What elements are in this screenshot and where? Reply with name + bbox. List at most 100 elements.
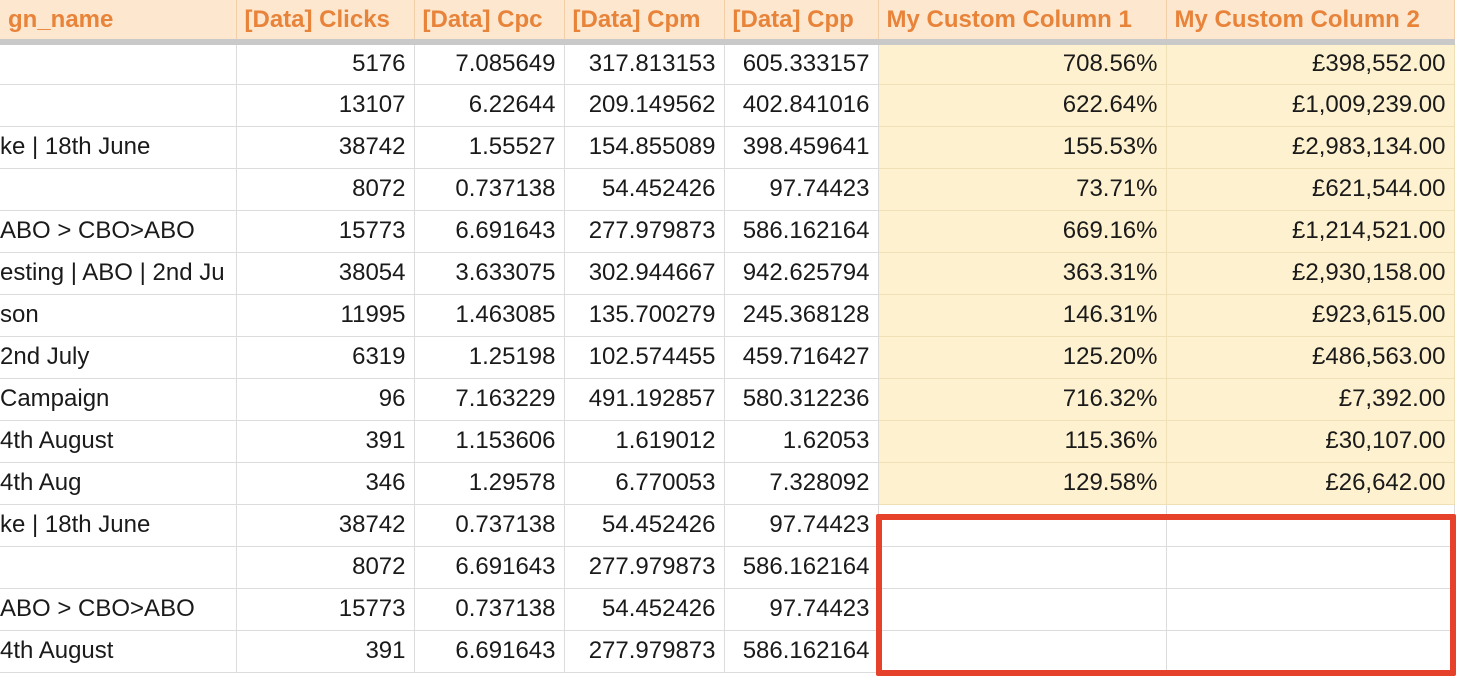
cell-clicks[interactable]: 96 xyxy=(236,378,415,421)
cell-clicks[interactable]: 8072 xyxy=(236,546,415,589)
header-clicks[interactable]: [Data] Clicks xyxy=(236,0,415,45)
cell-custom-column-1[interactable]: 129.58% xyxy=(878,462,1167,505)
cell-campaign-name[interactable] xyxy=(0,42,237,85)
cell-campaign-name[interactable] xyxy=(0,168,237,211)
cell-custom-column-2[interactable]: £2,930,158.00 xyxy=(1166,252,1455,295)
cell-clicks[interactable]: 15773 xyxy=(236,210,415,253)
cell-cpp[interactable]: 459.716427 xyxy=(724,336,879,379)
cell-custom-column-1[interactable] xyxy=(878,588,1167,631)
cell-cpm[interactable]: 277.979873 xyxy=(564,210,725,253)
cell-campaign-name[interactable] xyxy=(0,546,237,589)
cell-campaign-name[interactable] xyxy=(0,84,237,127)
cell-campaign-name[interactable]: 4th August xyxy=(0,420,237,463)
cell-clicks[interactable]: 391 xyxy=(236,630,415,673)
cell-cpm[interactable]: 135.700279 xyxy=(564,294,725,337)
cell-cpc[interactable]: 6.22644 xyxy=(414,84,565,127)
cell-cpm[interactable]: 6.770053 xyxy=(564,462,725,505)
cell-campaign-name[interactable]: ABO > CBO>ABO xyxy=(0,210,237,253)
cell-cpp[interactable]: 605.333157 xyxy=(724,42,879,85)
cell-custom-column-1[interactable] xyxy=(878,504,1167,547)
cell-custom-column-1[interactable]: 708.56% xyxy=(878,42,1167,85)
cell-cpc[interactable]: 1.29578 xyxy=(414,462,565,505)
cell-cpp[interactable]: 942.625794 xyxy=(724,252,879,295)
cell-cpc[interactable]: 1.25198 xyxy=(414,336,565,379)
header-custom-column-2[interactable]: My Custom Column 2 xyxy=(1166,0,1455,45)
cell-custom-column-1[interactable]: 125.20% xyxy=(878,336,1167,379)
cell-custom-column-1[interactable]: 669.16% xyxy=(878,210,1167,253)
cell-clicks[interactable]: 38742 xyxy=(236,126,415,169)
cell-custom-column-2[interactable]: £2,983,134.00 xyxy=(1166,126,1455,169)
header-cpp[interactable]: [Data] Cpp xyxy=(724,0,879,45)
cell-custom-column-2[interactable] xyxy=(1166,546,1455,589)
cell-custom-column-2[interactable]: £621,544.00 xyxy=(1166,168,1455,211)
cell-cpm[interactable]: 1.619012 xyxy=(564,420,725,463)
cell-custom-column-1[interactable]: 73.71% xyxy=(878,168,1167,211)
cell-campaign-name[interactable]: Campaign xyxy=(0,378,237,421)
cell-cpm[interactable]: 317.813153 xyxy=(564,42,725,85)
cell-cpp[interactable]: 398.459641 xyxy=(724,126,879,169)
cell-custom-column-2[interactable] xyxy=(1166,588,1455,631)
cell-custom-column-2[interactable] xyxy=(1166,504,1455,547)
cell-clicks[interactable]: 346 xyxy=(236,462,415,505)
cell-campaign-name[interactable]: esting | ABO | 2nd Ju xyxy=(0,252,237,295)
cell-cpm[interactable]: 302.944667 xyxy=(564,252,725,295)
cell-custom-column-2[interactable]: £923,615.00 xyxy=(1166,294,1455,337)
cell-custom-column-1[interactable]: 115.36% xyxy=(878,420,1167,463)
cell-campaign-name[interactable]: 4th August xyxy=(0,630,237,673)
cell-campaign-name[interactable]: 2nd July xyxy=(0,336,237,379)
cell-cpc[interactable]: 0.737138 xyxy=(414,504,565,547)
cell-cpc[interactable]: 6.691643 xyxy=(414,210,565,253)
cell-cpm[interactable]: 209.149562 xyxy=(564,84,725,127)
cell-custom-column-1[interactable] xyxy=(878,630,1167,673)
cell-cpp[interactable]: 586.162164 xyxy=(724,210,879,253)
cell-cpc[interactable]: 0.737138 xyxy=(414,588,565,631)
cell-clicks[interactable]: 15773 xyxy=(236,588,415,631)
header-custom-column-1[interactable]: My Custom Column 1 xyxy=(878,0,1167,45)
cell-cpc[interactable]: 3.633075 xyxy=(414,252,565,295)
cell-clicks[interactable]: 5176 xyxy=(236,42,415,85)
cell-cpc[interactable]: 7.163229 xyxy=(414,378,565,421)
cell-campaign-name[interactable]: ABO > CBO>ABO xyxy=(0,588,237,631)
cell-campaign-name[interactable]: son xyxy=(0,294,237,337)
cell-cpp[interactable]: 245.368128 xyxy=(724,294,879,337)
cell-clicks[interactable]: 8072 xyxy=(236,168,415,211)
cell-cpc[interactable]: 0.737138 xyxy=(414,168,565,211)
header-cpm[interactable]: [Data] Cpm xyxy=(564,0,725,45)
cell-clicks[interactable]: 6319 xyxy=(236,336,415,379)
cell-cpc[interactable]: 6.691643 xyxy=(414,546,565,589)
cell-custom-column-2[interactable]: £1,009,239.00 xyxy=(1166,84,1455,127)
cell-custom-column-2[interactable]: £1,214,521.00 xyxy=(1166,210,1455,253)
cell-cpp[interactable]: 580.312236 xyxy=(724,378,879,421)
cell-custom-column-1[interactable]: 155.53% xyxy=(878,126,1167,169)
cell-campaign-name[interactable]: ke | 18th June xyxy=(0,126,237,169)
cell-cpm[interactable]: 54.452426 xyxy=(564,504,725,547)
cell-clicks[interactable]: 38054 xyxy=(236,252,415,295)
cell-custom-column-1[interactable]: 146.31% xyxy=(878,294,1167,337)
cell-cpm[interactable]: 154.855089 xyxy=(564,126,725,169)
cell-cpp[interactable]: 402.841016 xyxy=(724,84,879,127)
cell-cpp[interactable]: 7.328092 xyxy=(724,462,879,505)
cell-cpp[interactable]: 97.74423 xyxy=(724,588,879,631)
cell-cpp[interactable]: 97.74423 xyxy=(724,168,879,211)
cell-cpp[interactable]: 586.162164 xyxy=(724,630,879,673)
cell-cpp[interactable]: 97.74423 xyxy=(724,504,879,547)
cell-custom-column-1[interactable] xyxy=(878,546,1167,589)
cell-campaign-name[interactable]: 4th Aug xyxy=(0,462,237,505)
cell-custom-column-2[interactable]: £7,392.00 xyxy=(1166,378,1455,421)
cell-cpm[interactable]: 102.574455 xyxy=(564,336,725,379)
cell-cpc[interactable]: 7.085649 xyxy=(414,42,565,85)
header-campaign-name[interactable]: gn_name xyxy=(0,0,237,45)
cell-cpm[interactable]: 277.979873 xyxy=(564,630,725,673)
cell-clicks[interactable]: 13107 xyxy=(236,84,415,127)
cell-clicks[interactable]: 38742 xyxy=(236,504,415,547)
cell-cpp[interactable]: 586.162164 xyxy=(724,546,879,589)
cell-cpp[interactable]: 1.62053 xyxy=(724,420,879,463)
header-cpc[interactable]: [Data] Cpc xyxy=(414,0,565,45)
cell-custom-column-1[interactable]: 363.31% xyxy=(878,252,1167,295)
cell-cpm[interactable]: 54.452426 xyxy=(564,168,725,211)
cell-cpc[interactable]: 1.463085 xyxy=(414,294,565,337)
cell-custom-column-1[interactable]: 622.64% xyxy=(878,84,1167,127)
cell-cpc[interactable]: 1.55527 xyxy=(414,126,565,169)
cell-custom-column-2[interactable] xyxy=(1166,630,1455,673)
cell-clicks[interactable]: 11995 xyxy=(236,294,415,337)
